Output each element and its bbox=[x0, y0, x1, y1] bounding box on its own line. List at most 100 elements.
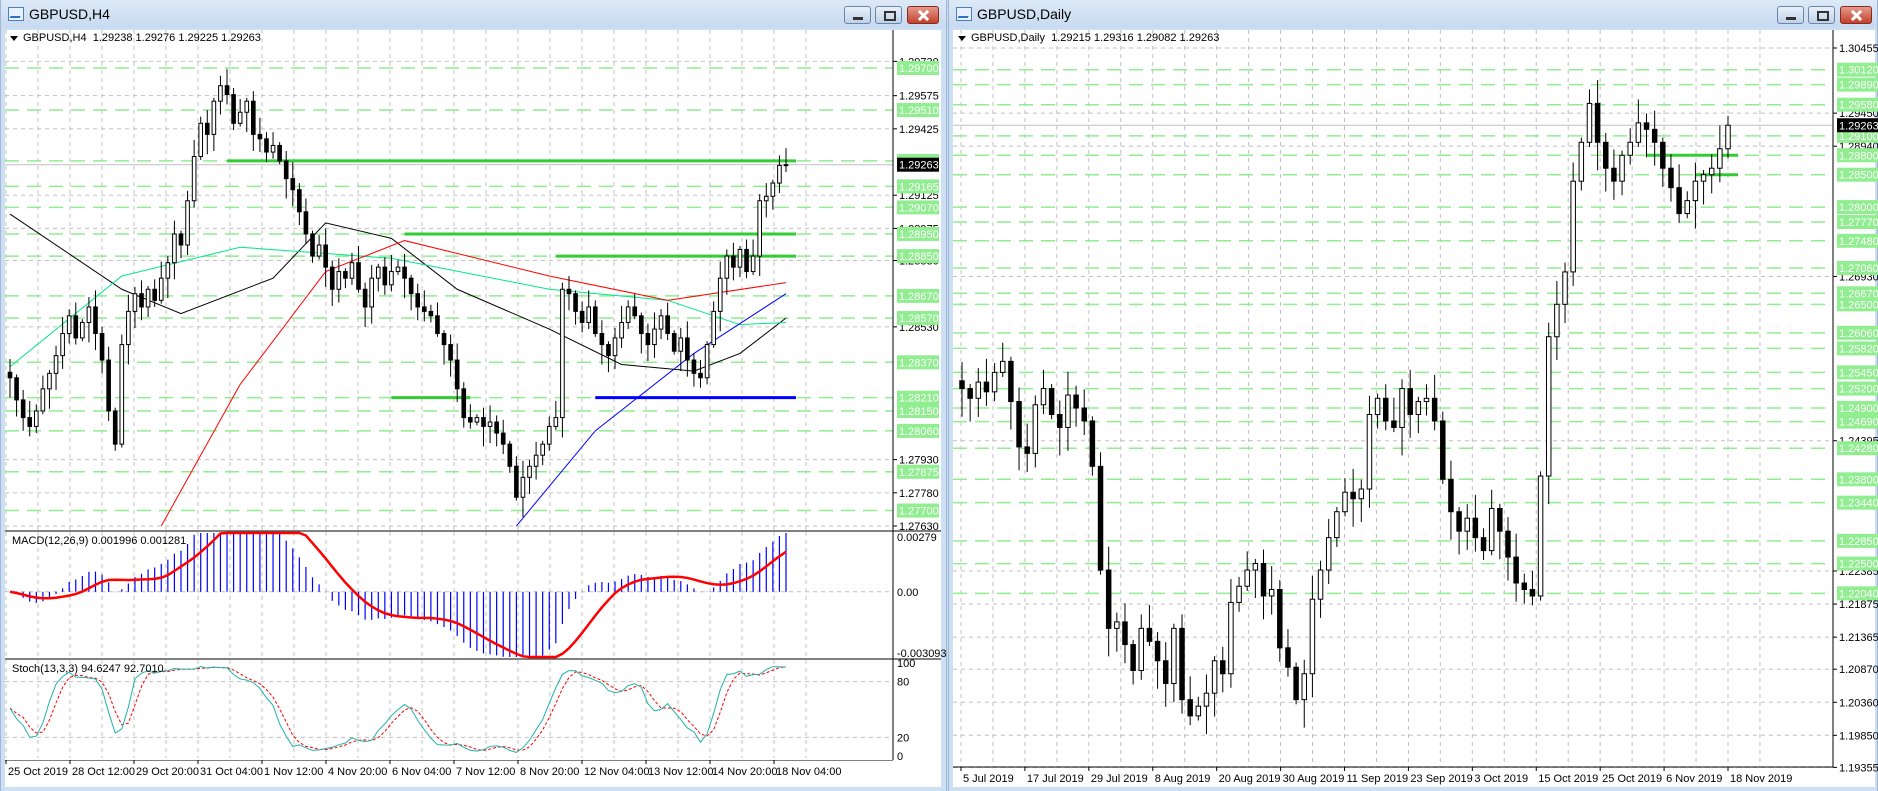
bearish-candle bbox=[1529, 588, 1536, 597]
bearish-candle bbox=[632, 306, 638, 317]
bullish-candle bbox=[1317, 569, 1324, 600]
bearish-candle bbox=[1603, 141, 1609, 169]
time-axis-label: 14 Nov 20:00 bbox=[712, 766, 777, 778]
bearish-candle bbox=[645, 333, 651, 346]
bearish-candle bbox=[599, 333, 605, 346]
bearish-candle bbox=[698, 372, 703, 379]
bearish-candle bbox=[744, 248, 749, 273]
bullish-candle bbox=[1244, 569, 1250, 587]
bullish-candle bbox=[1464, 517, 1470, 532]
time-axis-label: 7 Nov 12:00 bbox=[456, 766, 515, 778]
bullish-candle bbox=[1334, 511, 1340, 539]
bullish-candle bbox=[1195, 705, 1202, 717]
h4-ohlc: 1.29238 1.29276 1.29225 1.29263 bbox=[92, 32, 261, 44]
bearish-candle bbox=[231, 94, 236, 124]
macd-axis-label: 0.00279 bbox=[897, 532, 937, 544]
bullish-candle bbox=[132, 293, 138, 312]
current-price-label: 1.29263 bbox=[899, 160, 939, 172]
bullish-candle bbox=[724, 255, 730, 279]
level-price-label: 1.29165 bbox=[899, 181, 939, 193]
bullish-candle bbox=[717, 277, 723, 312]
bullish-candle bbox=[520, 476, 526, 498]
time-axis-label: 31 Oct 04:00 bbox=[200, 766, 263, 778]
bullish-candle bbox=[86, 306, 92, 323]
bullish-candle bbox=[211, 100, 217, 135]
bullish-candle bbox=[474, 417, 480, 423]
bearish-candle bbox=[1048, 388, 1055, 416]
bearish-candle bbox=[1073, 394, 1079, 409]
bullish-candle bbox=[66, 315, 72, 335]
macd-axis-label: 0.00 bbox=[897, 587, 918, 599]
bearish-candle bbox=[435, 315, 440, 335]
price-axis-label: 1.29425 bbox=[899, 124, 939, 136]
level-price-label: 1.26500 bbox=[1839, 299, 1878, 311]
dropdown-triangle-icon[interactable] bbox=[958, 35, 966, 41]
stoch-label: Stoch(13,3,3) 94.6247 92.7010 bbox=[12, 663, 164, 675]
bearish-candle bbox=[1660, 141, 1666, 169]
bullish-candle bbox=[1309, 598, 1316, 675]
bullish-candle bbox=[991, 371, 998, 393]
bullish-candle bbox=[1635, 122, 1642, 143]
level-price-label: 1.25200 bbox=[1839, 384, 1878, 396]
price-axis-label: 1.20870 bbox=[1839, 664, 1878, 676]
bullish-candle bbox=[1586, 102, 1593, 143]
bearish-candle bbox=[112, 410, 118, 445]
bearish-candle bbox=[1676, 187, 1682, 215]
bullish-candle bbox=[1537, 475, 1544, 597]
bearish-candle bbox=[731, 255, 736, 268]
level-price-label: 1.30120 bbox=[1839, 65, 1878, 77]
bullish-candle bbox=[527, 465, 532, 478]
bullish-candle bbox=[40, 388, 46, 412]
h4-chart-header: GBPUSD,H4 1.29238 1.29276 1.29225 1.2926… bbox=[10, 32, 261, 44]
bullish-candle bbox=[1708, 167, 1715, 176]
bullish-candle bbox=[375, 266, 381, 279]
bearish-candle bbox=[310, 233, 315, 257]
bearish-candle bbox=[1008, 360, 1014, 403]
bullish-candle bbox=[533, 454, 539, 467]
bearish-candle bbox=[959, 380, 965, 390]
bearish-candle bbox=[468, 417, 473, 423]
level-price-label: 1.24900 bbox=[1839, 403, 1878, 415]
time-axis-label: 13 Nov 12:00 bbox=[648, 766, 713, 778]
time-axis-label: 6 Nov 04:00 bbox=[392, 766, 451, 778]
bearish-candle bbox=[251, 100, 256, 135]
bullish-candle bbox=[33, 410, 39, 427]
bearish-candle bbox=[178, 233, 184, 246]
bullish-candle bbox=[1684, 200, 1690, 215]
bullish-candle bbox=[1252, 563, 1259, 571]
bearish-candle bbox=[1505, 530, 1511, 558]
time-axis-label: 25 Oct 2019 bbox=[8, 766, 68, 778]
bearish-candle bbox=[500, 432, 506, 445]
bearish-candle bbox=[73, 315, 79, 339]
bearish-candle bbox=[983, 381, 990, 393]
bearish-candle bbox=[106, 359, 111, 412]
price-axis-label: 1.19355 bbox=[1839, 762, 1878, 774]
bearish-candle bbox=[1122, 621, 1128, 646]
bullish-candle bbox=[1423, 397, 1430, 403]
bearish-candle bbox=[1097, 465, 1104, 571]
bearish-candle bbox=[428, 310, 434, 317]
time-axis-label: 1 Nov 12:00 bbox=[264, 766, 323, 778]
bearish-candle bbox=[579, 310, 585, 323]
dropdown-triangle-icon[interactable] bbox=[10, 35, 18, 41]
bearish-candle bbox=[1024, 446, 1030, 454]
bearish-candle bbox=[1611, 167, 1617, 182]
bullish-candle bbox=[165, 262, 171, 279]
daily-chart-header: GBPUSD,Daily 1.29215 1.29316 1.29082 1.2… bbox=[958, 32, 1219, 44]
level-price-label: 1.23800 bbox=[1839, 474, 1878, 486]
bullish-candle bbox=[658, 315, 664, 330]
bullish-candle bbox=[487, 421, 493, 427]
bearish-candle bbox=[441, 333, 447, 346]
bullish-candle bbox=[1171, 627, 1177, 684]
bearish-candle bbox=[606, 344, 611, 357]
stoch-axis-label: 0 bbox=[897, 751, 903, 763]
level-price-label: 1.28210 bbox=[899, 393, 939, 405]
charts-canvas[interactable]: 1.297301.295751.294251.291251.289751.288… bbox=[0, 0, 1878, 791]
bearish-candle bbox=[1350, 491, 1356, 500]
bearish-candle bbox=[1594, 102, 1601, 143]
bullish-candle bbox=[191, 156, 197, 202]
bullish-candle bbox=[546, 425, 552, 445]
level-price-label: 1.26060 bbox=[1839, 328, 1878, 340]
bearish-candle bbox=[257, 133, 263, 140]
bullish-candle bbox=[704, 344, 710, 379]
